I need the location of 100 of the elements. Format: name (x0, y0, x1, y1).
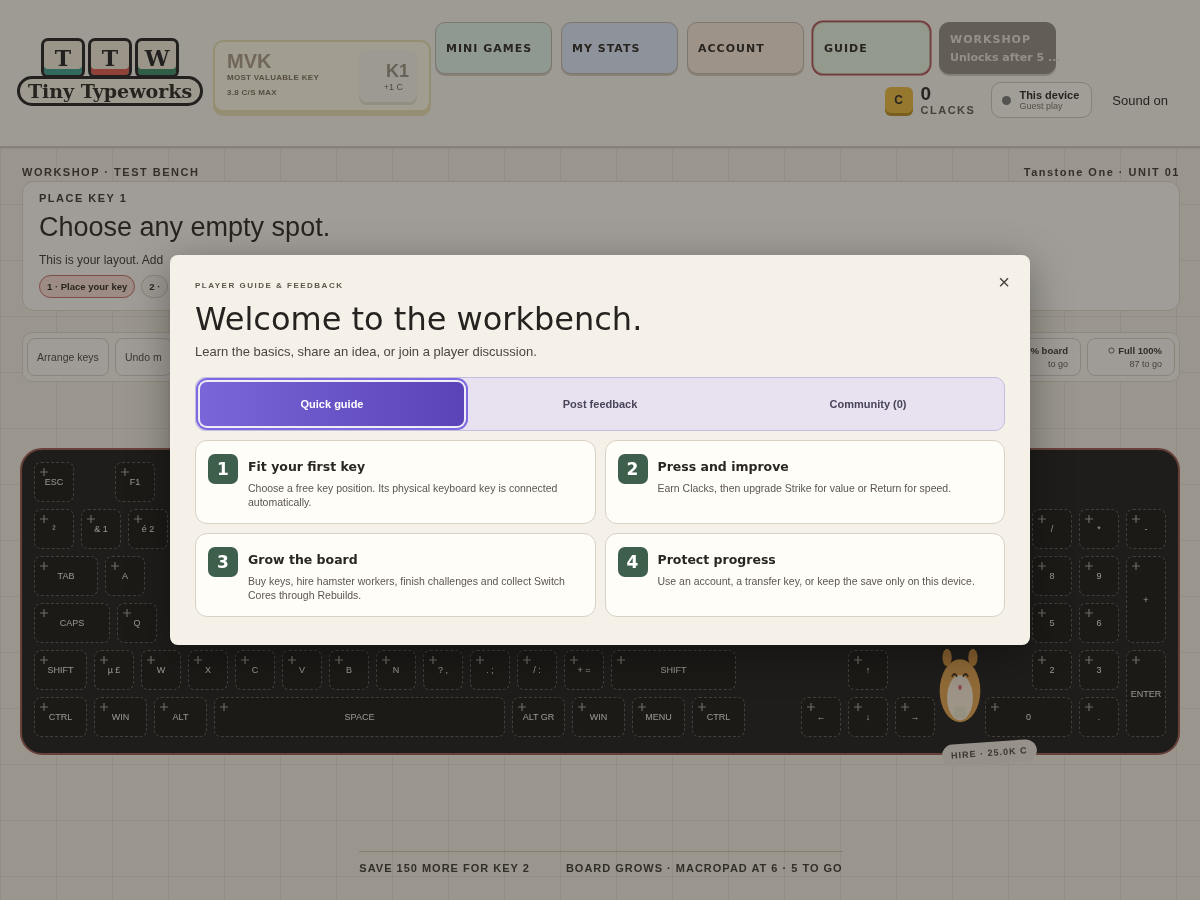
keyboard-key[interactable]: MENU (632, 697, 685, 737)
keyboard-key[interactable]: A (105, 556, 145, 596)
plus-icon (40, 703, 48, 711)
plus-icon (1132, 515, 1140, 523)
keyboard-key[interactable]: F1 (115, 462, 155, 502)
keyboard-key[interactable]: ² (34, 509, 74, 549)
keyboard-key[interactable]: SPACE (214, 697, 505, 737)
guide-card-text: Buy keys, hire hamster workers, finish challenges and collect Switch Cores through Rebuilds. (248, 574, 566, 602)
step-number: 1 (208, 454, 238, 484)
keyboard-key[interactable]: ALT (154, 697, 207, 737)
keyboard-key[interactable]: → (895, 697, 935, 737)
plus-icon (1085, 562, 1093, 570)
keyboard-key[interactable]: B (329, 650, 369, 690)
keyboard-key[interactable]: SHIFT (611, 650, 736, 690)
plus-icon (1085, 515, 1093, 523)
keyboard-key[interactable]: ENTER (1126, 650, 1166, 737)
plus-icon (87, 515, 95, 523)
plus-icon (241, 656, 249, 664)
keyboard-key[interactable]: 2 (1032, 650, 1072, 690)
step-chip[interactable]: 2 · (141, 275, 169, 298)
goal-title: % board (1030, 345, 1068, 356)
keyboard-key[interactable]: ← (801, 697, 841, 737)
progress-note: SAVE 150 MORE FOR KEY 2 (359, 862, 530, 874)
device-button[interactable]: This device Guest play (991, 82, 1093, 118)
keyboard-key[interactable]: * (1079, 509, 1119, 549)
keyboard-key[interactable]: CTRL (692, 697, 745, 737)
keyboard-key[interactable]: - (1126, 509, 1166, 549)
keyboard-key[interactable]: ↓ (848, 697, 888, 737)
keyboard-key[interactable]: + = (564, 650, 604, 690)
plus-icon (382, 656, 390, 664)
keyboard-key[interactable]: . (1079, 697, 1119, 737)
keyboard-key[interactable]: N (376, 650, 416, 690)
guide-card-text: Earn Clacks, then upgrade Strike for value or Return for speed. (657, 481, 952, 495)
plus-icon (147, 656, 155, 664)
plus-icon (121, 468, 129, 476)
keyboard-key[interactable]: Q (117, 603, 157, 643)
plus-icon (1132, 562, 1140, 570)
keyboard-key[interactable]: TAB (34, 556, 98, 596)
keyboard-key[interactable]: + (1126, 556, 1166, 643)
keyboard-key[interactable]: V (282, 650, 322, 690)
progress-note: BOARD GROWS · MACROPAD AT 6 · 5 TO GO (565, 862, 843, 874)
keyboard-key[interactable]: ↑ (848, 650, 888, 690)
keyboard-key[interactable]: 8 (1032, 556, 1072, 596)
keyboard-key[interactable]: 6 (1079, 603, 1119, 643)
toolbar-button[interactable]: Arrange keys (27, 338, 109, 376)
keyboard-key[interactable]: WIN (572, 697, 625, 737)
coin-icon: C (884, 87, 913, 113)
keyboard-key[interactable]: X (188, 650, 228, 690)
keyboard-key[interactable]: . ; (470, 650, 510, 690)
keyboard-key[interactable]: & 1 (81, 509, 121, 549)
toolbar-button[interactable]: Undo m (114, 338, 172, 376)
nav-button[interactable]: ACCOUNT (687, 22, 804, 74)
step-chip[interactable]: 1 · Place your key (39, 275, 136, 298)
plus-icon (40, 656, 48, 664)
plus-icon (854, 656, 862, 664)
keyboard-key[interactable]: CTRL (34, 697, 87, 737)
keyboard-key[interactable]: 3 (1079, 650, 1119, 690)
keyboard-key[interactable]: é 2 (128, 509, 168, 549)
close-button[interactable]: × (994, 269, 1014, 296)
plus-icon (1085, 656, 1093, 664)
plus-icon (991, 703, 999, 711)
keyboard-key[interactable]: 9 (1079, 556, 1119, 596)
keyboard-key[interactable]: 0 (985, 697, 1072, 737)
plus-icon (40, 468, 48, 476)
plus-icon (570, 656, 578, 664)
keyboard-key[interactable]: 5 (1032, 603, 1072, 643)
logo-wordmark: Tiny Typeworks (16, 76, 204, 106)
plus-icon (1038, 609, 1046, 617)
hire-badge[interactable]: HIRE · 25.0K C (941, 738, 1038, 768)
guide-card-title: Protect progress (657, 552, 777, 567)
plus-icon (807, 703, 815, 711)
goal-title: Full 100% (1108, 345, 1162, 356)
dialog-tab[interactable]: Community (0) (736, 382, 1000, 426)
dialog-tab[interactable]: Post feedback (468, 382, 732, 426)
guide-card-title: Fit your first key (248, 459, 367, 474)
step-number: 4 (617, 547, 648, 577)
guide-card-text: Choose a free key position. Its physical keyboard key is connected automatically. (248, 481, 559, 509)
nav-button[interactable]: MINI GAMES (435, 22, 552, 74)
sound-toggle[interactable]: Sound on (1112, 92, 1168, 108)
keyboard-key[interactable]: ALT GR (512, 697, 565, 737)
logo-keycap: W (135, 38, 179, 78)
keyboard-key[interactable]: ESC (34, 462, 74, 502)
nav-button[interactable]: GUIDE (813, 22, 930, 74)
keyboard-key[interactable]: ? , (423, 650, 463, 690)
plus-icon (134, 515, 142, 523)
keyboard-key[interactable]: / : (517, 650, 557, 690)
keyboard-key[interactable]: CAPS (34, 603, 110, 643)
plus-icon (335, 656, 343, 664)
keyboard-key[interactable]: / (1032, 509, 1072, 549)
bench-label: WORKSHOP · TEST BENCH (22, 166, 200, 178)
keyboard-key[interactable]: W (141, 650, 181, 690)
keyboard-key[interactable]: SHIFT (34, 650, 87, 690)
keyboard-key[interactable]: µ £ (94, 650, 134, 690)
step-number: 3 (208, 547, 238, 577)
goal-remaining: to go (1047, 359, 1068, 369)
plus-icon (40, 562, 48, 570)
keyboard-key[interactable]: C (235, 650, 275, 690)
nav-button[interactable]: MY STATS (561, 22, 678, 74)
plus-icon (1038, 562, 1046, 570)
keyboard-key[interactable]: WIN (94, 697, 147, 737)
